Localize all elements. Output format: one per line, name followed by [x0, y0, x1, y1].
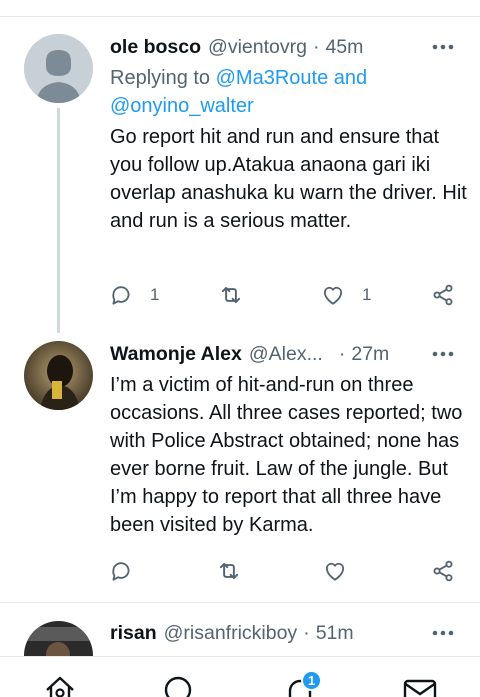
tweet-text: Go report hit and run and ensure that yo…: [110, 126, 467, 232]
display-name[interactable]: risan: [110, 622, 157, 645]
share-button[interactable]: [430, 280, 456, 310]
retweet-icon: [221, 286, 241, 304]
mention-and[interactable]: and: [328, 67, 367, 89]
mention-link[interactable]: @onyino_walter: [110, 95, 254, 117]
share-icon: [433, 284, 453, 306]
reply-button[interactable]: 1: [108, 280, 159, 310]
replying-to-label: Replying to: [110, 67, 216, 89]
timestamp[interactable]: 45m: [325, 36, 363, 59]
tweet-header: Wamonje Alex @Alex... · 27m: [110, 341, 460, 367]
like-button[interactable]: [322, 556, 364, 586]
mention-link[interactable]: @Ma3Route: [216, 67, 329, 89]
default-avatar-icon: [24, 34, 93, 103]
tweet-header: risan @risanfrickiboy · 51m: [110, 620, 460, 646]
avatar[interactable]: [24, 34, 93, 103]
messages-icon[interactable]: [403, 675, 437, 697]
profile-photo: [24, 341, 93, 410]
reply-button[interactable]: [108, 556, 150, 586]
tweet-text: I’m a victim of hit-and-run on three occ…: [110, 374, 463, 536]
tweet-header: ole bosco @vientovrg · 45m: [110, 34, 460, 60]
avatar[interactable]: [24, 341, 93, 410]
display-name[interactable]: Wamonje Alex: [110, 343, 242, 366]
timestamp[interactable]: 27m: [351, 343, 389, 366]
profile-photo: [24, 621, 93, 656]
retweet-icon: [219, 562, 239, 580]
display-name[interactable]: ole bosco: [110, 36, 201, 59]
separator-dot: ·: [303, 621, 310, 644]
like-button[interactable]: 1: [320, 280, 371, 310]
reply-icon: [112, 286, 130, 305]
share-button[interactable]: [430, 556, 456, 586]
heart-icon: [323, 286, 343, 305]
notifications-badge: 1: [301, 670, 322, 691]
user-handle[interactable]: @Alex...: [249, 343, 325, 366]
more-options-icon[interactable]: [430, 34, 456, 60]
tweet-actions: [108, 556, 460, 586]
tweet-divider: [0, 602, 480, 603]
reply-count: 1: [150, 285, 160, 304]
timestamp[interactable]: 51m: [316, 622, 354, 645]
share-icon: [433, 560, 453, 582]
home-icon[interactable]: [44, 675, 76, 697]
separator-dot: ·: [338, 342, 346, 365]
tweet-risan[interactable]: risan @risanfrickiboy · 51m: [0, 604, 480, 656]
user-handle[interactable]: @risanfrickiboy: [164, 622, 298, 645]
more-options-icon[interactable]: [430, 620, 456, 646]
user-handle[interactable]: @vientovrg: [208, 36, 307, 59]
tweet-actions: 1 1: [108, 280, 460, 310]
heart-icon: [325, 562, 345, 581]
reply-icon: [112, 562, 130, 581]
tweet-ole-bosco[interactable]: ole bosco @vientovrg · 45m Replying to @…: [0, 0, 480, 333]
separator-dot: ·: [312, 35, 320, 58]
thread-line: [57, 108, 60, 333]
like-count: 1: [362, 285, 372, 304]
replying-to: Replying to @Ma3Route and @onyino_walter: [110, 64, 470, 120]
avatar[interactable]: [24, 621, 93, 656]
more-options-icon[interactable]: [430, 341, 456, 367]
tweet-wamonje-alex[interactable]: Wamonje Alex @Alex... · 27m I’m a victim…: [0, 320, 480, 604]
search-icon[interactable]: [163, 675, 195, 697]
retweet-button[interactable]: [216, 556, 258, 586]
bottom-navigation: [0, 656, 480, 697]
retweet-button[interactable]: [218, 280, 260, 310]
